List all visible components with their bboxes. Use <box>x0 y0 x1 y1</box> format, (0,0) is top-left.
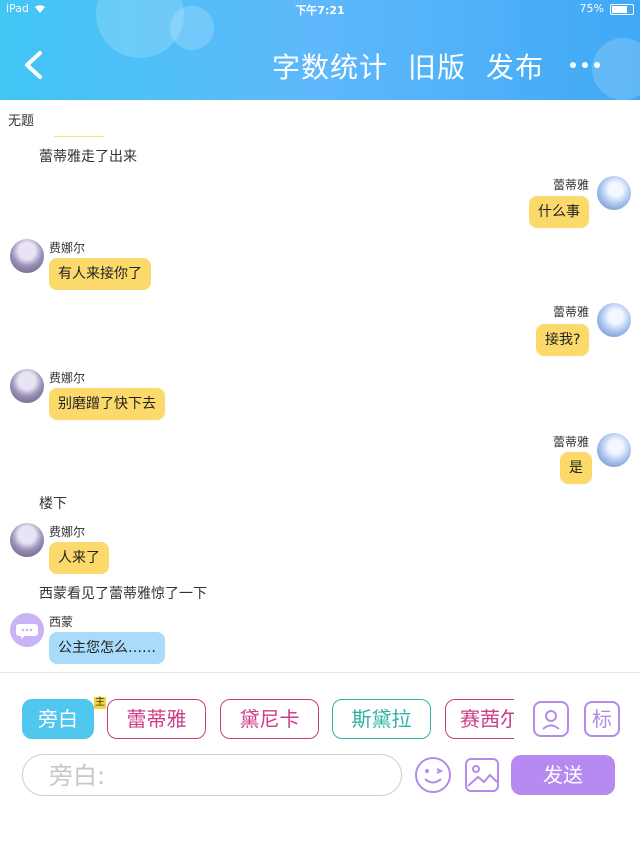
message-bubble[interactable]: 接我? <box>536 324 590 356</box>
more-options-icon[interactable] <box>570 62 600 68</box>
status-bar: iPad 下午7:21 75% <box>0 2 640 18</box>
avatar[interactable] <box>597 176 631 210</box>
speaker-name: 费娜尔 <box>49 241 86 255</box>
avatar[interactable] <box>10 613 44 647</box>
emoji-icon[interactable] <box>414 756 452 794</box>
word-count-button[interactable]: 字数统计 <box>272 46 388 86</box>
message-bubble[interactable]: 人来了 <box>49 542 109 574</box>
title-underline <box>54 136 104 137</box>
speaker-name: 蕾蒂雅 <box>553 178 590 192</box>
message-bubble[interactable]: 是 <box>560 452 592 484</box>
role-chip-overflow: 赛茜尔 <box>440 695 514 743</box>
character-card-icon[interactable] <box>533 701 569 737</box>
speaker-name: 费娜尔 <box>49 371 86 385</box>
avatar[interactable] <box>10 239 44 273</box>
battery-percent: 75% <box>579 2 604 15</box>
message-bubble[interactable]: 什么事 <box>529 196 589 228</box>
narration-line[interactable]: 蕾蒂雅走了出来 <box>39 146 137 166</box>
avatar[interactable] <box>597 303 631 337</box>
message-input[interactable]: 旁白: <box>22 754 402 796</box>
message-bubble[interactable]: 有人来接你了 <box>49 258 151 290</box>
role-chip-narrator[interactable]: 旁白 <box>22 699 94 739</box>
speaker-name: 西蒙 <box>49 615 74 629</box>
narration-line[interactable]: 楼下 <box>39 493 67 513</box>
tag-button[interactable]: 标 <box>584 701 620 737</box>
role-chip[interactable]: 蕾蒂雅 <box>107 699 206 739</box>
message-bubble[interactable]: 公主您怎么…… <box>49 632 165 664</box>
clock: 下午7:21 <box>295 4 345 17</box>
host-badge: 主 <box>94 697 106 709</box>
avatar[interactable] <box>10 369 44 403</box>
send-button[interactable]: 发送 <box>511 755 615 795</box>
narration-line[interactable]: 西蒙看见了蕾蒂雅惊了一下 <box>39 583 207 603</box>
back-arrow-icon[interactable] <box>22 50 46 80</box>
avatar[interactable] <box>597 433 631 467</box>
old-version-button[interactable]: 旧版 <box>408 46 466 86</box>
image-icon[interactable] <box>463 756 501 794</box>
battery-icon <box>610 4 634 15</box>
speaker-name: 蕾蒂雅 <box>553 305 590 319</box>
speaker-name: 费娜尔 <box>49 525 86 539</box>
top-bar: iPad 下午7:21 75% 字数统计 旧版 发布 <box>0 0 640 100</box>
role-chip[interactable]: 黛尼卡 <box>220 699 319 739</box>
document-title[interactable]: 无题 <box>8 110 34 129</box>
message-bubble[interactable]: 别磨蹭了快下去 <box>49 388 165 420</box>
decor-bubble <box>592 38 640 100</box>
speaker-name: 蕾蒂雅 <box>553 435 590 449</box>
header-actions: 字数统计 旧版 发布 <box>272 46 544 86</box>
avatar[interactable] <box>10 523 44 557</box>
role-chip[interactable]: 赛茜尔 <box>445 699 514 739</box>
publish-button[interactable]: 发布 <box>486 46 544 86</box>
role-chip[interactable]: 斯黛拉 <box>332 699 431 739</box>
chat-bubble-icon <box>16 624 38 639</box>
